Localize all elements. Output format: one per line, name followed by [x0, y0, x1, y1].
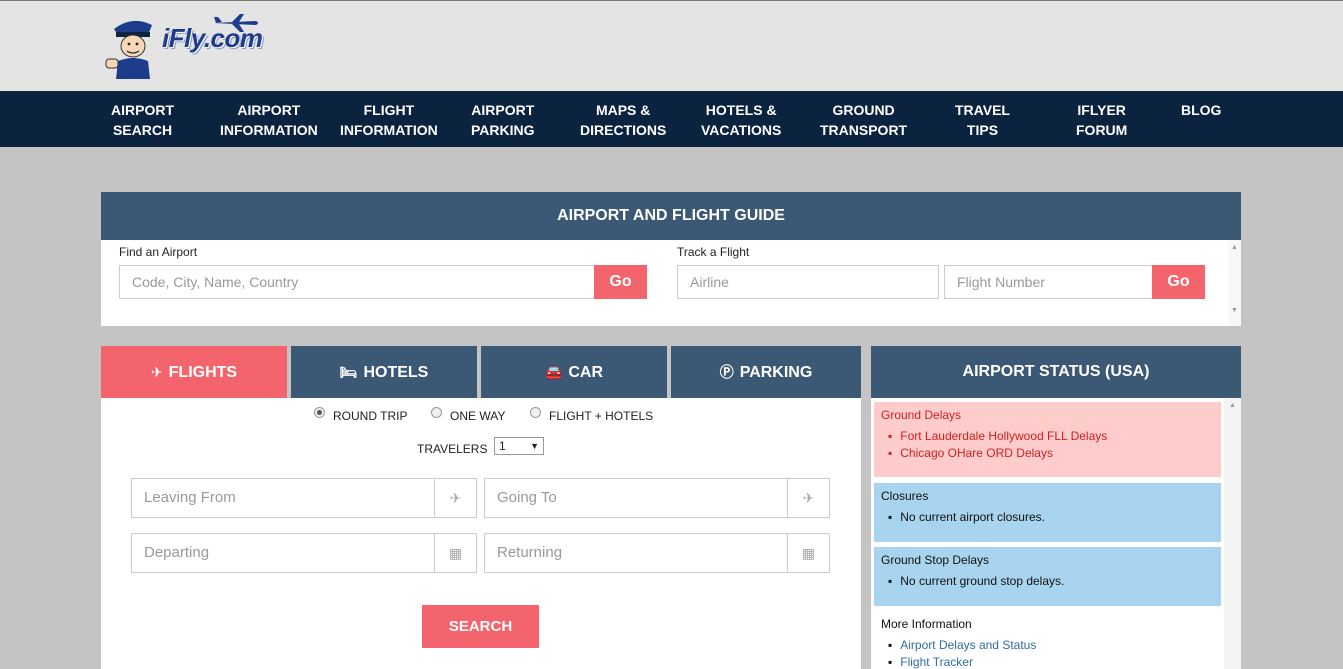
status-title: AIRPORT STATUS (USA) — [871, 346, 1241, 398]
track-flight-label: Track a Flight — [677, 245, 750, 259]
radio-icon — [431, 407, 442, 418]
nav-iflyer-forum[interactable]: IFLYER FORUM — [1076, 100, 1127, 140]
nav-airport-information[interactable]: AIRPORT INFORMATION — [220, 100, 318, 140]
calendar-icon[interactable]: ▦ — [787, 534, 829, 572]
going-to-placeholder: Going To — [497, 489, 557, 506]
closure-item: No current airport closures. — [888, 509, 1214, 526]
more-info-box: More Information Airport Delays and Stat… — [874, 611, 1221, 669]
flight-hotels-radio[interactable]: FLIGHT + HOTELS — [530, 407, 654, 423]
tab-car-label: CAR — [568, 364, 604, 381]
nav-airport-search[interactable]: AIRPORT SEARCH — [111, 100, 174, 140]
site-logo[interactable]: iFly.com — [104, 13, 274, 79]
guide-title: AIRPORT AND FLIGHT GUIDE — [101, 192, 1241, 240]
airport-status-panel: AIRPORT STATUS (USA) Ground Delays Fort … — [871, 346, 1241, 669]
flight-number-input[interactable]: Flight Number — [944, 265, 1153, 299]
radio-icon — [530, 407, 541, 418]
parking-icon: Ⓟ — [719, 364, 734, 380]
main-nav: AIRPORT SEARCH AIRPORT INFORMATION FLIGH… — [0, 91, 1343, 147]
ground-delays-box: Ground Delays Fort Lauderdale Hollywood … — [874, 402, 1221, 477]
search-tabs: ✈ FLIGHTS 🛏 HOTELS 🚘 CAR Ⓟ PARKING — [101, 346, 861, 412]
leaving-from-placeholder: Leaving From — [144, 489, 236, 506]
ground-stop-item: No current ground stop delays. — [888, 573, 1214, 590]
scroll-up-icon[interactable]: ▲ — [1231, 244, 1238, 251]
ground-stop-title: Ground Stop Delays — [881, 553, 990, 567]
nav-maps-directions[interactable]: MAPS & DIRECTIONS — [580, 100, 666, 140]
scroll-up-icon[interactable]: ▲ — [1229, 402, 1236, 409]
going-to-field[interactable]: Going To ✈ — [484, 478, 830, 518]
airport-flight-guide: AIRPORT AND FLIGHT GUIDE Find an Airport… — [101, 192, 1241, 326]
round-trip-radio[interactable]: ROUND TRIP — [314, 407, 408, 423]
tab-flights[interactable]: ✈ FLIGHTS — [101, 346, 287, 398]
status-scrollbar[interactable]: ▲ — [1224, 398, 1241, 669]
travelers-select[interactable]: 1 ▼ — [494, 437, 544, 455]
airline-input[interactable]: Airline — [677, 265, 939, 299]
airport-search-input[interactable]: Code, City, Name, Country — [119, 265, 595, 299]
radio-selected-icon — [314, 407, 325, 418]
one-way-radio[interactable]: ONE WAY — [431, 407, 506, 423]
calendar-icon[interactable]: ▦ — [434, 534, 476, 572]
tab-hotels-label: HOTELS — [363, 364, 429, 381]
round-trip-label: ROUND TRIP — [333, 409, 408, 423]
dropdown-caret-icon: ▼ — [530, 441, 539, 451]
car-icon: 🚘 — [544, 364, 563, 380]
plane-icon: ✈ — [150, 364, 163, 380]
nav-flight-information[interactable]: FLIGHT INFORMATION — [340, 100, 438, 140]
nav-ground-transport[interactable]: GROUND TRANSPORT — [820, 100, 907, 140]
nav-blog[interactable]: BLOG — [1181, 100, 1221, 120]
flight-go-button[interactable]: Go — [1152, 265, 1205, 299]
search-button[interactable]: SEARCH — [422, 605, 539, 648]
more-info-link[interactable]: Flight Tracker — [888, 654, 1214, 669]
more-info-link[interactable]: Airport Delays and Status — [888, 637, 1214, 654]
bed-icon: 🛏 — [339, 364, 358, 380]
travelers-label: TRAVELERS — [417, 442, 488, 456]
guide-scrollbar[interactable]: ▲ ▼ — [1228, 240, 1241, 326]
more-info-title: More Information — [881, 617, 972, 631]
airplane-icon — [214, 14, 258, 32]
ground-delays-title: Ground Delays — [881, 408, 962, 422]
scroll-down-icon[interactable]: ▼ — [1231, 307, 1238, 314]
tab-flights-label: FLIGHTS — [168, 364, 238, 381]
departing-field[interactable]: Departing ▦ — [131, 533, 477, 573]
flight-hotels-label: FLIGHT + HOTELS — [549, 409, 654, 423]
tab-parking-label: PARKING — [739, 364, 813, 381]
tab-hotels[interactable]: 🛏 HOTELS — [291, 346, 477, 398]
plane-icon: ✈ — [434, 479, 476, 517]
leaving-from-field[interactable]: Leaving From ✈ — [131, 478, 477, 518]
closures-box: Closures No current airport closures. — [874, 483, 1221, 542]
flight-search-panel: ROUND TRIP ONE WAY FLIGHT + HOTELS TRAVE… — [101, 398, 861, 669]
delay-link[interactable]: Fort Lauderdale Hollywood FLL Delays — [888, 428, 1214, 445]
find-airport-label: Find an Airport — [119, 245, 198, 259]
returning-field[interactable]: Returning ▦ — [484, 533, 830, 573]
travelers-value: 1 — [499, 439, 506, 453]
tab-parking[interactable]: Ⓟ PARKING — [671, 346, 861, 398]
plane-icon: ✈ — [787, 479, 829, 517]
tab-car[interactable]: 🚘 CAR — [481, 346, 667, 398]
departing-placeholder: Departing — [144, 544, 210, 561]
nav-airport-parking[interactable]: AIRPORT PARKING — [471, 100, 535, 140]
delay-link[interactable]: Chicago OHare ORD Delays — [888, 445, 1214, 462]
one-way-label: ONE WAY — [450, 409, 506, 423]
header-bar: iFly.com — [0, 0, 1343, 91]
closures-title: Closures — [881, 489, 929, 503]
nav-travel-tips[interactable]: TRAVEL TIPS — [955, 100, 1010, 140]
returning-placeholder: Returning — [497, 544, 563, 561]
nav-hotels-vacations[interactable]: HOTELS & VACATIONS — [701, 100, 781, 140]
pilot-mascot-icon — [105, 20, 152, 79]
ground-stop-box: Ground Stop Delays No current ground sto… — [874, 547, 1221, 606]
airport-go-button[interactable]: Go — [594, 265, 647, 299]
